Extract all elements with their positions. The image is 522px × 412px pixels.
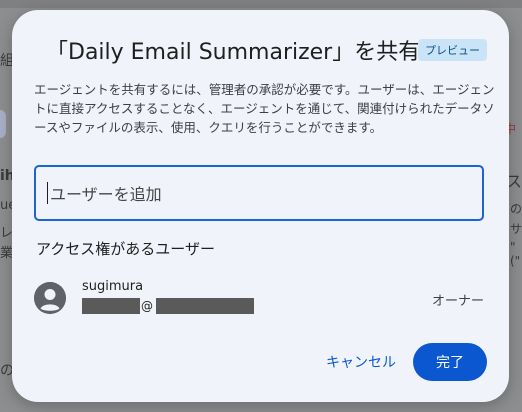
email-at-sign: @	[141, 299, 153, 313]
done-button[interactable]: 完了	[413, 343, 487, 381]
dialog-description: エージェントを共有するには、管理者の承認が必要です。ユーザーは、エージェントに直…	[34, 82, 495, 135]
account-circle-icon	[34, 282, 66, 314]
background-text: の	[510, 202, 522, 216]
add-user-input[interactable]	[48, 167, 472, 221]
preview-badge: プレビュー	[418, 39, 487, 61]
cancel-button[interactable]: キャンセル	[314, 344, 408, 382]
share-dialog: 「Daily Email Summarizer」を共有 プレビュー エージェント…	[12, 10, 509, 402]
background-text: "("	[510, 240, 521, 268]
redacted-block	[156, 298, 254, 314]
redacted-block	[82, 298, 140, 314]
user-role: オーナー	[432, 294, 485, 309]
add-user-field[interactable]	[34, 165, 484, 221]
access-section-label: アクセス権があるユーザー	[36, 240, 215, 258]
dialog-title: 「Daily Email Summarizer」を共有	[46, 40, 421, 65]
background-toolbar	[0, 0, 522, 8]
user-name: sugimura	[82, 279, 144, 294]
background-nav-chip	[0, 110, 6, 138]
background-text: サ	[510, 222, 522, 236]
